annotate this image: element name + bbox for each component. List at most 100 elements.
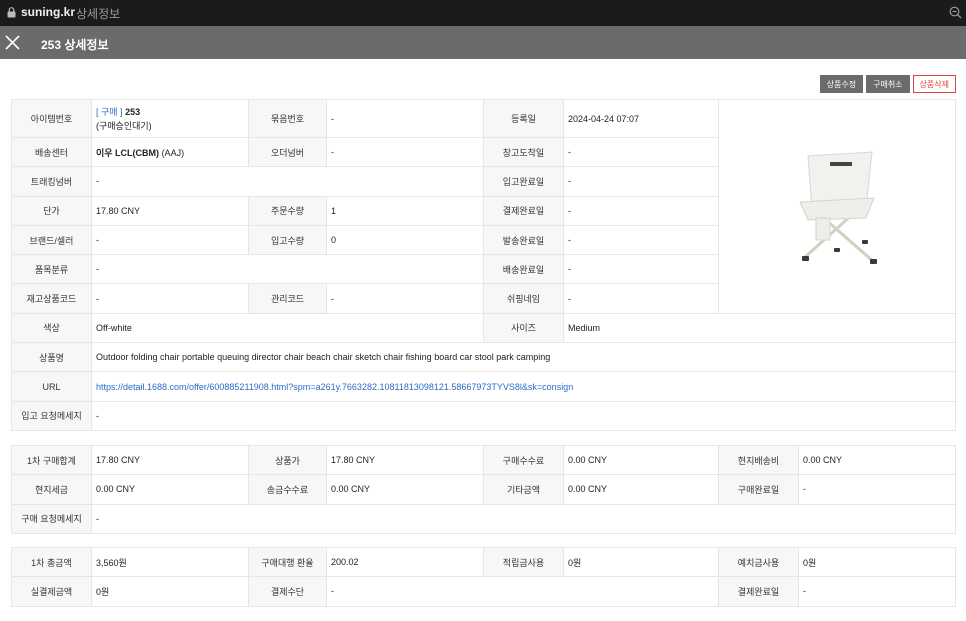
points-used-label: 적립금사용 xyxy=(483,546,564,578)
category-label: 품목분류 xyxy=(11,254,92,285)
inbound-msg-label: 입고 요청메세지 xyxy=(11,400,92,431)
center-name: 이우 LCL(CBM) xyxy=(96,147,160,158)
inbound-msg-value: - xyxy=(91,400,956,431)
points-used-value: 0원 xyxy=(563,546,719,578)
manage-code-value: - xyxy=(326,283,484,314)
color-label: 색상 xyxy=(11,312,92,344)
unit-price-label: 단가 xyxy=(11,195,92,226)
product-name-value: Outdoor folding chair portable queuing d… xyxy=(91,342,956,373)
goods-price-value: 17.80 CNY xyxy=(326,444,484,476)
purchase-msg-label: 구매 요청메세지 xyxy=(11,503,92,534)
purchase-tag[interactable]: [ 구매 ] xyxy=(96,107,123,117)
local-tax-label: 현지세금 xyxy=(11,474,92,505)
purchase-total-value: 17.80 CNY xyxy=(91,444,249,476)
item-no-label: 아이템번호 xyxy=(11,99,92,138)
delivery-done-value: - xyxy=(563,254,719,285)
remit-fee-value: 0.00 CNY xyxy=(326,474,484,505)
manage-code-label: 관리코드 xyxy=(248,283,327,314)
zoom-out-icon[interactable] xyxy=(949,6,962,19)
size-label: 사이즈 xyxy=(483,312,564,344)
purchase-summary-table: 1차 구매합계 17.80 CNY 상품가 17.80 CNY 구매수수료 0.… xyxy=(11,444,956,534)
local-ship-value: 0.00 CNY xyxy=(798,444,956,476)
edit-product-button[interactable]: 상품수정 xyxy=(819,75,864,93)
deposit-used-label: 예치금사용 xyxy=(718,546,799,578)
browser-subtitle: 상세정보 xyxy=(76,7,121,21)
actual-payment-value: 0원 xyxy=(91,576,249,607)
purchase-total-label: 1차 구매합계 xyxy=(11,444,92,476)
payment-method-label: 결제수단 xyxy=(248,576,327,607)
center-cell: 이우 LCL(CBM) (AAJ) xyxy=(91,136,249,168)
url-cell: https://detail.1688.com/offer/6008852119… xyxy=(91,371,956,402)
product-image xyxy=(799,151,877,265)
brand-value: - xyxy=(91,224,249,256)
item-no: 253 xyxy=(125,107,141,117)
browser-host: suning.kr xyxy=(21,5,76,19)
shipping-name-label: 쉬핑네임 xyxy=(483,283,564,314)
exchange-rate-value: 200.02 xyxy=(326,546,484,578)
action-buttons: 상품수정 구매취소 상품삭제 xyxy=(819,75,956,93)
purchase-msg-value: - xyxy=(91,503,956,534)
warehouse-arrival-value: - xyxy=(563,136,719,168)
payment-table: 1차 총금액 3,560원 구매대행 환율 200.02 적립금사용 0원 예치… xyxy=(11,546,956,607)
order-no-value: - xyxy=(326,136,484,168)
order-no-label: 오더넘버 xyxy=(248,136,327,168)
reg-date-label: 등록일 xyxy=(483,99,564,138)
warehouse-arrival-label: 창고도착일 xyxy=(483,136,564,168)
size-value: Medium xyxy=(563,312,956,344)
url-label: URL xyxy=(11,371,92,402)
purchase-fee-value: 0.00 CNY xyxy=(563,444,719,476)
product-detail-table: 아이템번호 [ 구매 ] 253 (구매승인대기) 묶음번호 - 등록일 202… xyxy=(11,99,956,431)
purchase-fee-label: 구매수수료 xyxy=(483,444,564,476)
purchase-done-value: - xyxy=(798,474,956,505)
ship-done-label: 발송완료일 xyxy=(483,224,564,256)
delete-product-button[interactable]: 상품삭제 xyxy=(912,75,956,93)
bundle-label: 묶음번호 xyxy=(248,99,327,138)
exchange-rate-label: 구매대행 환율 xyxy=(248,546,327,578)
order-qty-label: 주문수량 xyxy=(248,195,327,226)
deposit-used-value: 0원 xyxy=(798,546,956,578)
actual-payment-label: 실결제금액 xyxy=(11,576,92,607)
remit-fee-label: 송금수수료 xyxy=(248,474,327,505)
browser-bar: suning.kr 상세정보 xyxy=(0,0,966,26)
close-icon[interactable] xyxy=(5,35,20,50)
lock-icon xyxy=(7,7,16,18)
inbound-done-value: - xyxy=(563,166,719,197)
center-label: 배송센터 xyxy=(11,136,92,168)
color-value: Off-white xyxy=(91,312,484,344)
inbound-qty-label: 입고수량 xyxy=(248,224,327,256)
page-header: 253 상세정보 xyxy=(0,26,966,59)
center-code: (AAJ) xyxy=(161,147,185,158)
ship-done-value: - xyxy=(563,224,719,256)
local-ship-label: 현지배송비 xyxy=(718,444,799,476)
shipping-name-value: - xyxy=(563,283,719,314)
unit-price-value: 17.80 CNY xyxy=(91,195,249,226)
payment-total-value: 3,560원 xyxy=(91,546,249,578)
tracking-label: 트래킹넘버 xyxy=(11,166,92,197)
bundle-value: - xyxy=(326,99,484,138)
purchase-done-label: 구매완료일 xyxy=(718,474,799,505)
payment-done-date-value: - xyxy=(798,576,956,607)
item-no-cell: [ 구매 ] 253 (구매승인대기) xyxy=(91,99,249,138)
category-value: - xyxy=(91,254,484,285)
reg-date-value: 2024-04-24 07:07 xyxy=(563,99,719,138)
product-url-link[interactable]: https://detail.1688.com/offer/6008852119… xyxy=(96,382,573,392)
payment-total-label: 1차 총금액 xyxy=(11,546,92,578)
other-amount-value: 0.00 CNY xyxy=(563,474,719,505)
brand-label: 브랜드/셀러 xyxy=(11,224,92,256)
inbound-done-label: 입고완료일 xyxy=(483,166,564,197)
other-amount-label: 기타금액 xyxy=(483,474,564,505)
local-tax-value: 0.00 CNY xyxy=(91,474,249,505)
page-title: 253 상세정보 xyxy=(41,38,109,52)
goods-price-label: 상품가 xyxy=(248,444,327,476)
order-qty-value: 1 xyxy=(326,195,484,226)
item-status: (구매승인대기) xyxy=(96,121,152,131)
payment-done-value: - xyxy=(563,195,719,226)
inbound-qty-value: 0 xyxy=(326,224,484,256)
stock-code-label: 재고상품코드 xyxy=(11,283,92,314)
delivery-done-label: 배송완료일 xyxy=(483,254,564,285)
cancel-purchase-button[interactable]: 구매취소 xyxy=(866,75,910,93)
tracking-value: - xyxy=(91,166,484,197)
product-name-label: 상품명 xyxy=(11,342,92,373)
payment-done-date-label: 결제완료일 xyxy=(718,576,799,607)
stock-code-value: - xyxy=(91,283,249,314)
